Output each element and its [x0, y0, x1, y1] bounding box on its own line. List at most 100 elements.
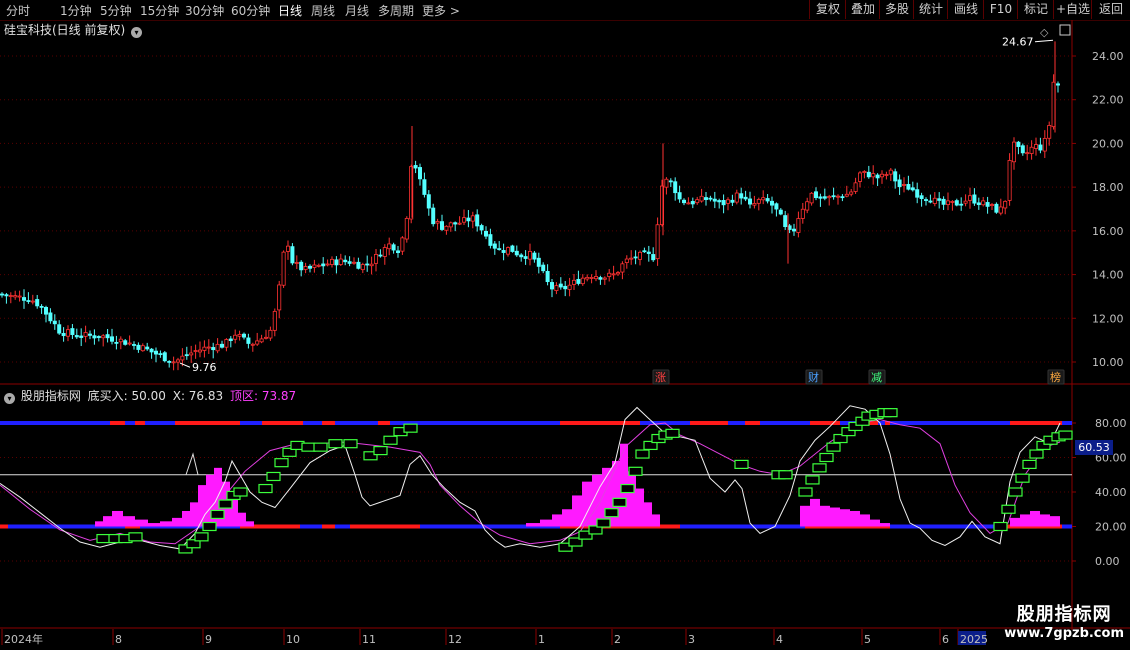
- candle-body: [505, 247, 510, 255]
- event-marker: 减: [871, 371, 882, 384]
- candle-body: [827, 196, 832, 199]
- signal-box: [313, 442, 328, 452]
- candle-body: [941, 198, 946, 205]
- candle-body: [796, 218, 801, 233]
- panel-toggle-icon: [1059, 24, 1071, 36]
- signal-box: [218, 499, 233, 509]
- tf-daily[interactable]: 日线: [278, 2, 302, 19]
- signal-box: [194, 532, 209, 542]
- candle-body: [277, 284, 282, 311]
- candle-body: [858, 172, 863, 182]
- tf-15min[interactable]: 15分钟: [140, 2, 179, 19]
- candle-body: [510, 245, 515, 252]
- tf-multi[interactable]: 多周期: [378, 2, 414, 19]
- candle-body: [690, 201, 695, 205]
- candle-body: [237, 334, 242, 337]
- candle-body: [26, 300, 31, 302]
- candle-body: [994, 203, 999, 213]
- top-band-red-segment: [810, 421, 840, 425]
- tf-monthly[interactable]: 月线: [345, 2, 369, 19]
- signal-box: [798, 487, 813, 497]
- date-label: 11: [362, 633, 376, 646]
- signal-box: [826, 442, 841, 452]
- btn-back[interactable]: 返回: [1091, 0, 1130, 19]
- candle-body: [576, 278, 581, 284]
- chevron-down-icon[interactable]: ▾: [131, 27, 143, 38]
- top-band-red-segment: [745, 421, 760, 425]
- candle-body: [919, 195, 924, 200]
- signal-box: [202, 521, 217, 532]
- candle-body: [1047, 125, 1052, 139]
- candle-body: [189, 352, 194, 356]
- candle-body: [814, 191, 819, 199]
- tf-60min[interactable]: 60分钟: [231, 2, 270, 19]
- candle-body: [959, 203, 964, 206]
- signal-box: [993, 521, 1008, 532]
- candle-body: [756, 199, 761, 204]
- tf-more[interactable]: 更多 >: [422, 2, 460, 19]
- btn-zixuan[interactable]: +自选: [1053, 0, 1092, 19]
- price-tick-label: 16.00: [1092, 225, 1124, 238]
- chart-canvas[interactable]: 24.0022.0020.0018.0016.0014.0012.0010.00…: [0, 20, 1130, 650]
- bottom-band-red-segment: [0, 524, 8, 529]
- candle-body: [550, 282, 555, 290]
- candle-body: [136, 344, 141, 350]
- tf-fenshi[interactable]: 分时: [6, 2, 30, 19]
- candle-body: [770, 200, 775, 206]
- candle-body: [800, 208, 805, 219]
- date-label: 2025: [960, 633, 988, 646]
- candle-body: [624, 258, 629, 263]
- signal-box: [258, 483, 273, 494]
- candle-body: [285, 245, 290, 252]
- chevron-down-icon[interactable]: ▾: [4, 393, 15, 404]
- candle-body: [369, 263, 374, 267]
- btn-diejia[interactable]: 叠加: [845, 0, 880, 19]
- price-tick-label: 12.00: [1092, 312, 1124, 325]
- candle-body: [880, 173, 885, 178]
- candle-body: [950, 201, 955, 203]
- date-label: 1: [538, 633, 545, 646]
- indicator-tick-label: 0.00: [1095, 555, 1120, 568]
- candle-body: [902, 184, 907, 186]
- candle-body: [404, 218, 409, 240]
- x-label: X: 76.83: [172, 389, 224, 403]
- btn-biaoji[interactable]: 标记: [1017, 0, 1054, 19]
- candle-body: [774, 203, 779, 210]
- candle-body: [761, 197, 766, 201]
- btn-tongji[interactable]: 统计: [913, 0, 948, 19]
- candle-body: [651, 254, 656, 261]
- btn-f10[interactable]: F10: [983, 0, 1018, 19]
- candle-body: [30, 300, 35, 303]
- candle-body: [589, 277, 594, 279]
- candle-body: [488, 234, 493, 246]
- candle-body: [13, 295, 18, 298]
- candle-body: [871, 173, 876, 178]
- histogram-bar: [160, 521, 172, 527]
- btn-duogu[interactable]: 多股: [879, 0, 914, 19]
- candle-body: [528, 251, 533, 260]
- candle-body: [233, 334, 238, 340]
- candle-body: [664, 178, 669, 188]
- candle-body: [83, 332, 88, 337]
- candle-body: [180, 355, 185, 361]
- tf-1min[interactable]: 1分钟: [60, 2, 92, 19]
- candle-body: [57, 324, 62, 334]
- histogram-bar: [850, 510, 860, 527]
- signal-box: [328, 439, 343, 449]
- candle-body: [717, 200, 722, 203]
- histogram-bar: [628, 471, 636, 527]
- candle-body: [976, 202, 981, 206]
- candle-body: [140, 345, 145, 352]
- tf-weekly[interactable]: 周线: [311, 2, 335, 19]
- btn-fuquan[interactable]: 复权: [809, 0, 846, 19]
- histogram-bar: [540, 519, 552, 527]
- btn-huaxian[interactable]: 画线: [947, 0, 984, 19]
- candle-body: [602, 277, 607, 280]
- tf-5min[interactable]: 5分钟: [100, 2, 132, 19]
- candle-body: [92, 335, 97, 339]
- histogram-bar: [562, 509, 572, 527]
- tf-30min[interactable]: 30分钟: [185, 2, 224, 19]
- candle-body: [616, 272, 621, 275]
- signal-box: [266, 471, 281, 482]
- candle-body: [1038, 144, 1043, 151]
